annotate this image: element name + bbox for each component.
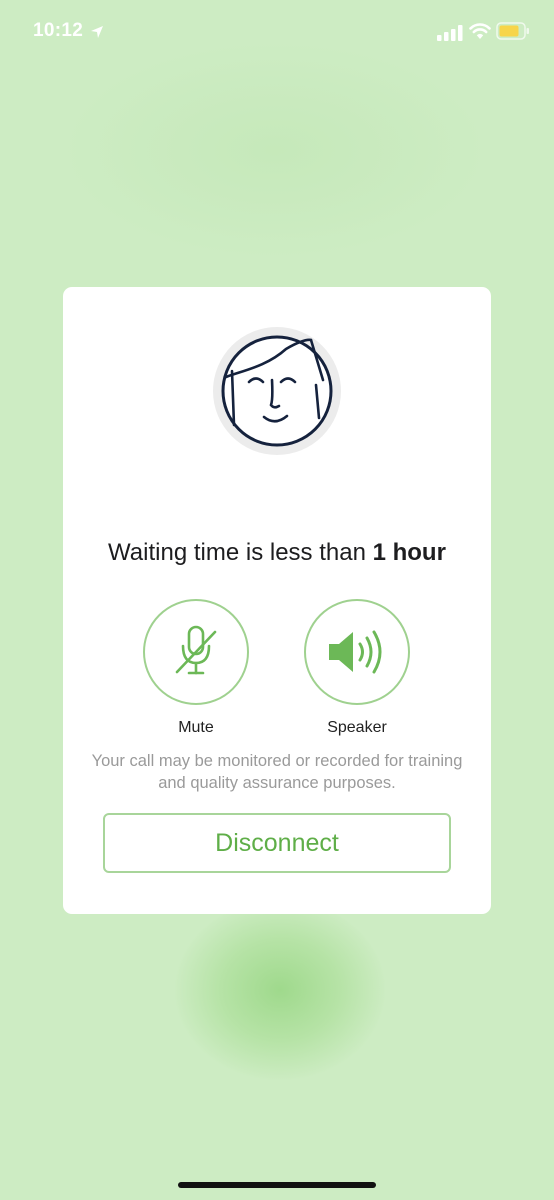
wifi-icon xyxy=(469,23,491,39)
speaker-control[interactable]: Speaker xyxy=(304,599,410,737)
home-indicator[interactable] xyxy=(178,1182,376,1188)
mute-label: Mute xyxy=(178,719,214,736)
speaker-label: Speaker xyxy=(327,719,387,736)
mute-button[interactable] xyxy=(143,599,249,705)
mic-muted-icon xyxy=(175,625,217,675)
cellular-signal-icon xyxy=(437,25,463,41)
mute-control[interactable]: Mute xyxy=(143,599,249,737)
waiting-time-value: 1 hour xyxy=(372,539,446,566)
location-arrow-icon xyxy=(91,26,103,38)
recording-disclaimer: Your call may be monitored or recorded f… xyxy=(91,752,463,792)
waiting-time-prefix: Waiting time is less than xyxy=(108,539,373,566)
battery-icon xyxy=(496,22,529,40)
status-time: 10:12 xyxy=(33,20,84,41)
call-card: Waiting time is less than 1 hour Mute Sp… xyxy=(63,287,491,914)
background-glow-top xyxy=(60,40,490,260)
agent-face-icon xyxy=(213,327,341,455)
background-glow-bottom xyxy=(175,900,385,1080)
speaker-button[interactable] xyxy=(304,599,410,705)
speaker-volume-icon xyxy=(329,630,382,674)
disconnect-button[interactable]: Disconnect xyxy=(103,813,451,873)
status-bar: 10:12 xyxy=(0,0,554,64)
waiting-time-text: Waiting time is less than 1 hour xyxy=(63,539,491,567)
